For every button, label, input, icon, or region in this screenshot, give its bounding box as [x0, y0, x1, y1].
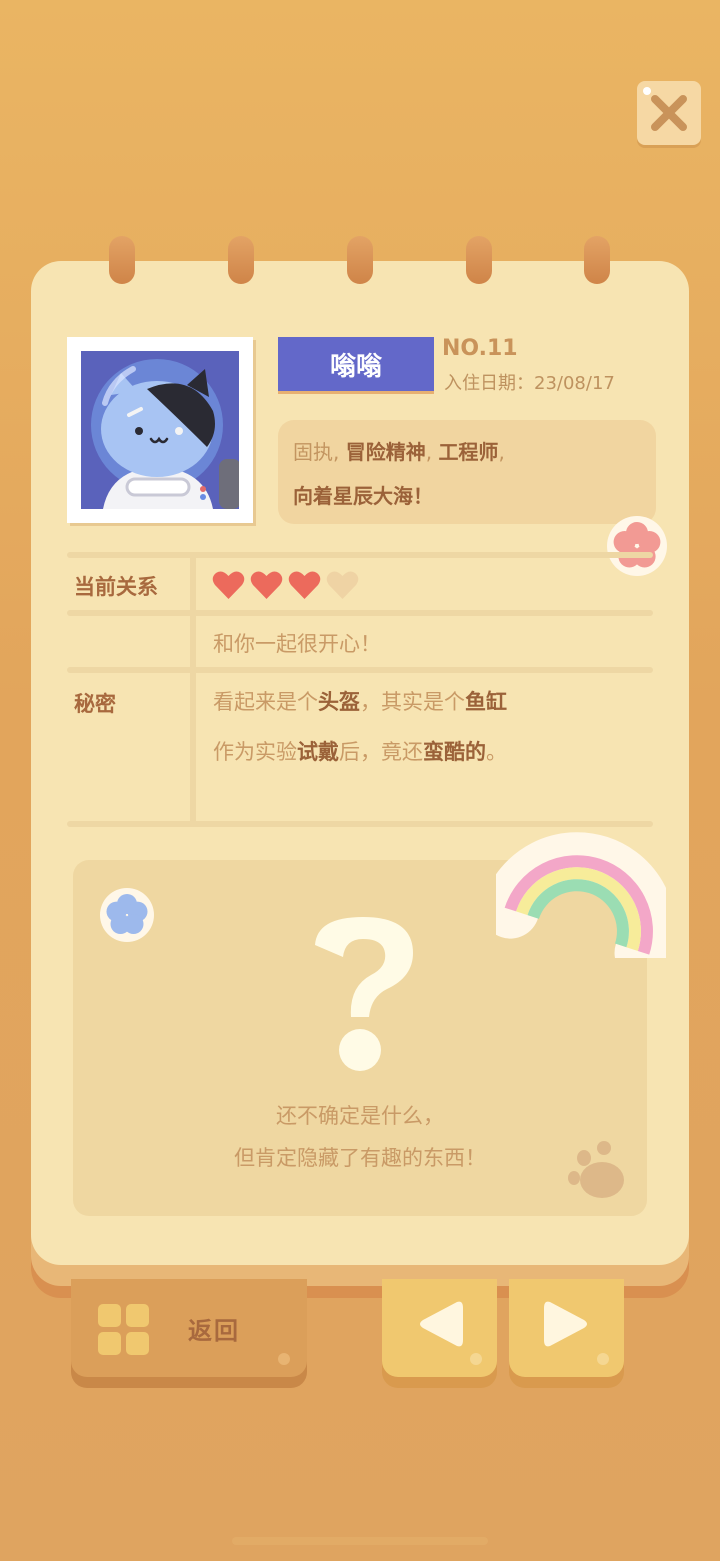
secret-line-1: 看起来是个头盔，其实是个鱼缸 [213, 686, 507, 716]
table-divider [67, 552, 653, 558]
portrait-background [81, 351, 239, 509]
question-mark-icon [315, 917, 413, 1071]
arrow-right-icon [543, 1301, 587, 1347]
secret-highlight: 鱼缸 [465, 690, 507, 714]
table-divider [67, 610, 653, 616]
table-divider [67, 667, 653, 673]
secret-text: 。 [486, 740, 507, 764]
close-button[interactable] [637, 81, 701, 145]
secret-highlight: 试戴 [297, 740, 339, 764]
heart-filled-icon [288, 571, 321, 599]
close-icon [651, 95, 687, 131]
paw-print-icon [568, 1141, 624, 1198]
character-portrait [67, 337, 253, 523]
close-button-highlight [643, 87, 651, 95]
trait-highlight: 冒险精神 [345, 440, 426, 464]
checkin-date-value: 23/08/17 [534, 373, 615, 394]
back-button-label[interactable]: 返回 [188, 1311, 240, 1346]
trait-highlight: 工程师 [438, 440, 499, 464]
secret-line-2: 作为实验试戴后，竟还蛮酷的。 [213, 736, 507, 766]
rainbow-sticker [496, 832, 666, 958]
trait-text: , [498, 440, 505, 464]
button-decoration [470, 1353, 482, 1365]
traits-line-2: 向着星辰大海！ [293, 480, 433, 509]
binder-ring [228, 236, 254, 284]
binder-ring [347, 236, 373, 284]
secret-text: 后，竟还 [339, 740, 423, 764]
trait-highlight: 向着星辰大海！ [293, 484, 433, 508]
mystery-text-line-1: 还不确定是什么， [276, 1104, 444, 1128]
relationship-hearts [212, 570, 359, 600]
binder-ring [109, 236, 135, 284]
flower-sticker-pink [607, 516, 667, 576]
trait-text: , [425, 440, 439, 464]
secret-text: ，其实是个 [360, 690, 465, 714]
trait-text: 固执, [293, 440, 346, 464]
home-indicator[interactable] [232, 1537, 488, 1545]
button-decoration [278, 1353, 290, 1365]
arrow-left-icon [419, 1301, 463, 1347]
grid-menu-icon [98, 1304, 149, 1355]
secret-label: 秘密 [74, 692, 116, 716]
checkin-date: 入住日期：23/08/17 [444, 369, 615, 395]
checkin-label: 入住日期： [444, 373, 534, 394]
binder-ring [584, 236, 610, 284]
character-number: NO.11 [442, 336, 518, 361]
heart-filled-icon [212, 571, 245, 599]
secret-text: 作为实验 [213, 740, 297, 764]
prev-button[interactable] [382, 1279, 497, 1377]
traits-line-1: 固执, 冒险精神, 工程师, [293, 436, 505, 465]
astronaut-cat-illustration [91, 359, 239, 509]
next-button[interactable] [509, 1279, 624, 1377]
table-divider [67, 821, 653, 827]
secret-highlight: 蛮酷的 [423, 740, 486, 764]
binder-ring [466, 236, 492, 284]
secret-highlight: 头盔 [318, 690, 360, 714]
character-name: 嗡嗡 [278, 337, 434, 391]
relationship-comment: 和你一起很开心！ [213, 632, 381, 656]
flower-sticker-blue [100, 888, 154, 942]
secret-text: 看起来是个 [213, 690, 318, 714]
heart-empty-icon [326, 571, 359, 599]
heart-filled-icon [250, 571, 283, 599]
table-column-divider [190, 555, 196, 826]
traits-box: 固执, 冒险精神, 工程师, 向着星辰大海！ [278, 420, 656, 524]
button-decoration [597, 1353, 609, 1365]
relationship-label: 当前关系 [74, 575, 158, 599]
